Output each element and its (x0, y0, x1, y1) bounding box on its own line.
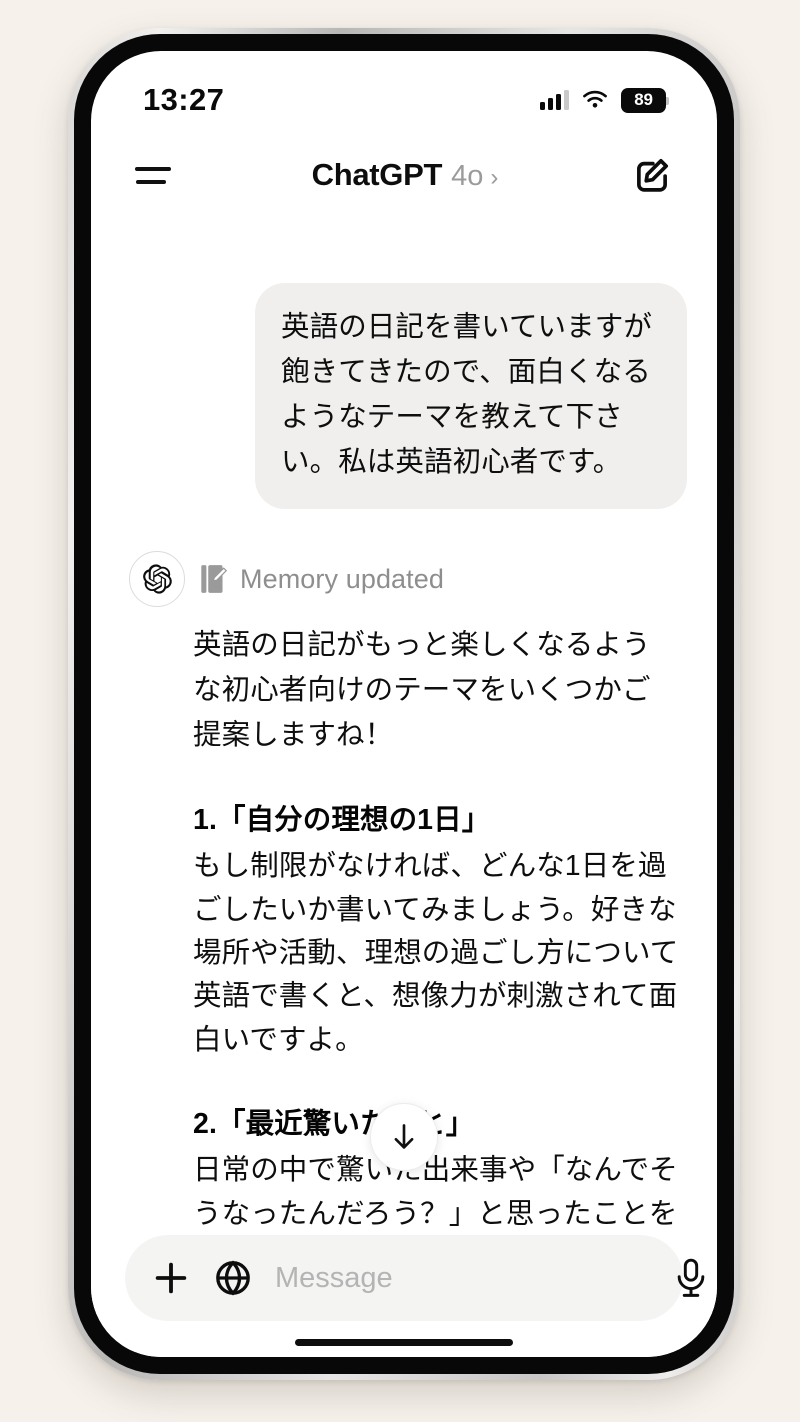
status-bar: 13:27 89 (91, 51, 717, 129)
conversation-scroll-area[interactable]: 英語の日記を書いていますが飽きてきたので、面白くなるようなテーマを教えて下さい。… (91, 221, 717, 1227)
app-header: ChatGPT 4o › (91, 129, 717, 221)
model-label: 4o (451, 160, 484, 192)
microphone-icon[interactable] (674, 1258, 708, 1298)
phone-screen: 13:27 89 ChatGPT 4o › 英語の日記を書いていますが飽きてきた… (91, 51, 717, 1357)
avatar (129, 551, 185, 608)
hamburger-menu-icon[interactable] (135, 158, 179, 192)
screenshot-stage: 13:27 89 ChatGPT 4o › 英語の日記を書いていますが飽きてきた… (0, 0, 800, 1422)
cellular-signal-icon (540, 90, 569, 110)
phone-bezel: 13:27 89 ChatGPT 4o › 英語の日記を書いていますが飽きてきた… (74, 34, 734, 1374)
memory-updated-chip[interactable]: Memory updated (201, 564, 444, 595)
composer-input-container[interactable] (125, 1235, 705, 1321)
home-indicator (295, 1339, 513, 1346)
openai-logo-icon (143, 564, 172, 594)
arrow-down-icon (394, 1124, 414, 1149)
memory-updated-row: Memory updated (129, 551, 687, 608)
phone-device-frame: 13:27 89 ChatGPT 4o › 英語の日記を書いていますが飽きてきた… (68, 28, 740, 1380)
model-selector[interactable]: ChatGPT 4o › (312, 157, 499, 193)
suggestion-body: もし制限がなければ、どんな1日を過ごしたいか書いてみましょう。好きな場所や活動、… (193, 850, 679, 1056)
chevron-right-icon: › (490, 164, 499, 191)
assistant-message-body: 英語の日記がもっと楽しくなるような初心者向けのテーマをいくつかご提案しますね！ … (193, 623, 687, 1227)
status-clock: 13:27 (143, 82, 225, 117)
battery-nub (666, 96, 669, 105)
scroll-to-bottom-button[interactable] (370, 1103, 438, 1171)
suggestion-body: 日常の中で驚いた出来事や「なんでそうなったんだろう？」と思ったことを書いてみまし… (193, 1154, 678, 1227)
user-message-row: 英語の日記を書いていますが飽きてきたので、面白くなるようなテーマを教えて下さい。… (121, 283, 687, 510)
suggestion-section: 2.「最近驚いたこと」 日常の中で驚いた出来事や「なんでそうなったんだろう？」と… (193, 1104, 679, 1227)
composer-bar (91, 1227, 717, 1357)
user-message-bubble: 英語の日記を書いていますが飽きてきたので、面白くなるようなテーマを教えて下さい。… (255, 283, 687, 510)
memory-updated-label: Memory updated (240, 563, 445, 594)
globe-web-search-icon[interactable] (213, 1258, 253, 1298)
page-title: ChatGPT (311, 157, 443, 192)
suggestion-section: 1.「自分の理想の1日」 もし制限がなければ、どんな1日を過ごしたいか書いてみま… (193, 800, 679, 1062)
assistant-intro-paragraph: 英語の日記がもっと楽しくなるような初心者向けのテーマをいくつかご提案しますね！ (193, 629, 651, 752)
wifi-icon (583, 90, 607, 108)
status-indicators: 89 (540, 87, 669, 113)
plus-add-attachment-icon[interactable] (151, 1258, 191, 1298)
memory-notebook-icon (201, 565, 227, 593)
suggestion-heading: 1.「自分の理想の1日」 (193, 804, 491, 837)
compose-new-chat-icon[interactable] (631, 154, 673, 196)
battery-percent-label: 89 (634, 90, 653, 109)
search-input[interactable] (275, 1261, 652, 1295)
battery-indicator: 89 (621, 87, 669, 113)
